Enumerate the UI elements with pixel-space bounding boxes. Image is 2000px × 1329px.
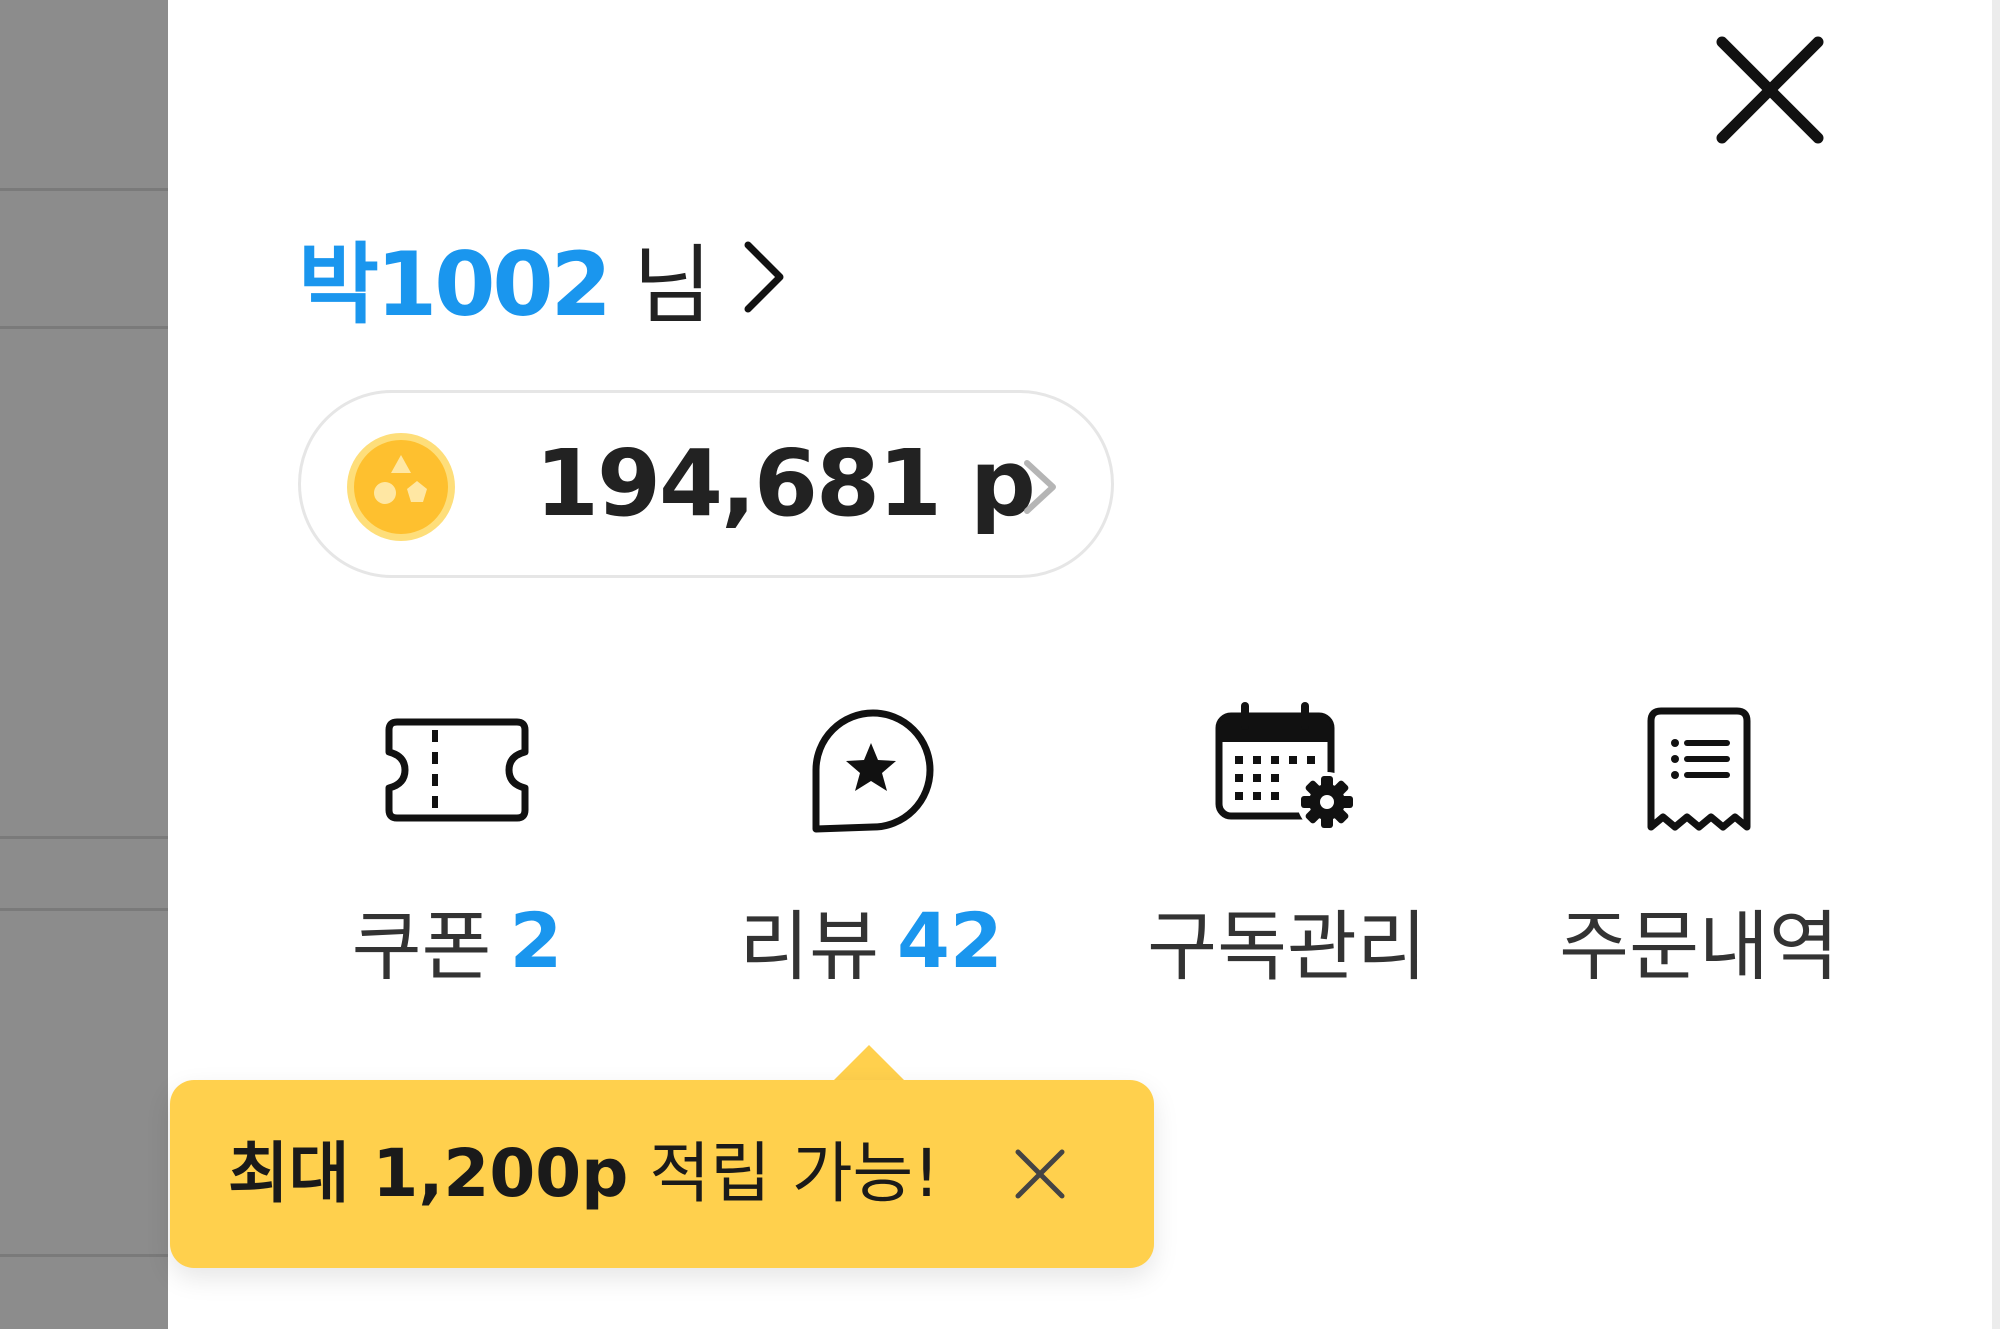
order-history-label-text: 주문내역: [1559, 902, 1839, 991]
tooltip-message: 최대 1,200p 적립 가능!: [228, 1080, 940, 1268]
chevron-right-icon: [1024, 460, 1056, 514]
close-drawer-button[interactable]: [1700, 20, 1840, 160]
drawer-edge: [1992, 0, 2000, 1329]
review-menu-item[interactable]: 리뷰 42: [706, 690, 1036, 1010]
close-icon: [1015, 1149, 1065, 1199]
coupon-menu-item[interactable]: 쿠폰 2: [292, 690, 622, 1010]
user-profile-link[interactable]: 박1002 님: [298, 222, 786, 336]
background-divider: [0, 836, 168, 839]
background-overlay[interactable]: [0, 0, 168, 1329]
background-divider: [0, 908, 168, 911]
review-count: 42: [897, 895, 1003, 985]
coupon-label: 쿠폰 2: [292, 880, 622, 1000]
background-divider: [0, 188, 168, 191]
coupon-label-text: 쿠폰: [351, 902, 492, 991]
user-honorific: 님: [632, 235, 713, 336]
subscription-label-text: 구독관리: [1147, 902, 1427, 991]
order-history-menu-item[interactable]: 주문내역: [1534, 690, 1864, 1010]
subscription-label: 구독관리: [1122, 880, 1452, 1000]
tooltip-arrow: [832, 1045, 906, 1082]
close-icon: [1716, 36, 1824, 144]
background-divider: [0, 1254, 168, 1257]
order-history-label: 주문내역: [1534, 880, 1864, 1000]
tooltip-emphasis: 최대 1,200p: [228, 1135, 629, 1212]
background-divider: [0, 326, 168, 329]
receipt-icon: [1534, 690, 1864, 850]
tooltip-rest: 적립 가능!: [628, 1135, 940, 1212]
review-label-text: 리뷰: [739, 902, 880, 991]
user-name: 박1002: [298, 232, 612, 336]
coupon-count: 2: [509, 895, 563, 985]
tooltip-close-button[interactable]: [1000, 1134, 1080, 1214]
coupon-ticket-icon: [292, 690, 622, 850]
points-balance-button[interactable]: 194,681 p: [298, 390, 1114, 578]
calendar-settings-icon: [1122, 690, 1452, 850]
point-coin-icon: [347, 433, 455, 541]
review-reward-tooltip: 최대 1,200p 적립 가능!: [170, 1080, 1154, 1268]
chevron-right-icon: [742, 239, 786, 315]
review-star-bubble-icon: [706, 690, 1036, 850]
points-value: 194,681 p: [535, 430, 1036, 537]
subscription-menu-item[interactable]: 구독관리: [1122, 690, 1452, 1010]
review-label: 리뷰 42: [706, 880, 1036, 1000]
